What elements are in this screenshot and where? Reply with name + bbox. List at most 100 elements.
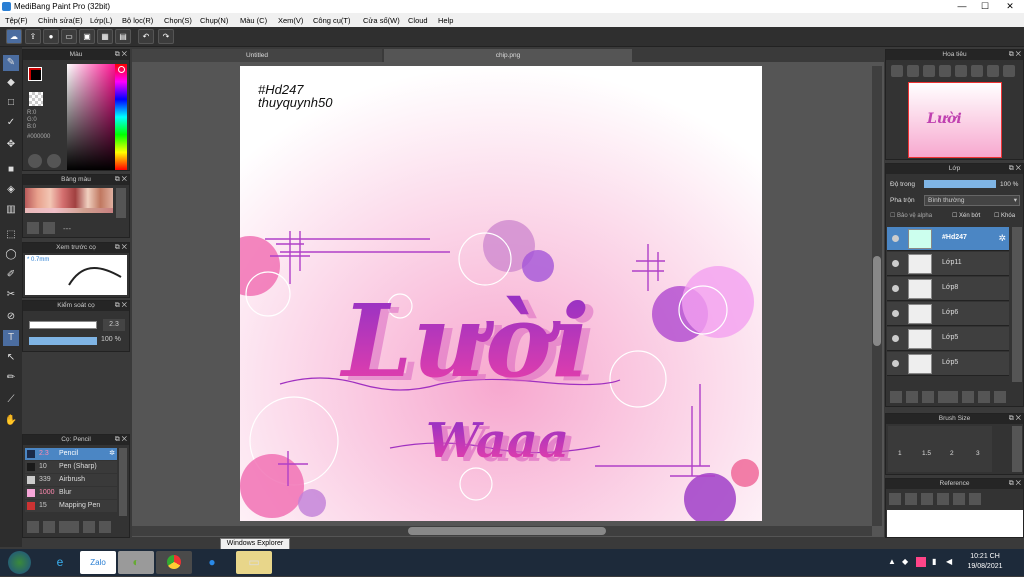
reference-zoom-in-icon[interactable] xyxy=(937,493,949,505)
color-picker-area[interactable] xyxy=(67,64,115,170)
menu-edit[interactable]: Chỉnh sửa(E) xyxy=(38,16,83,25)
brush-size-2[interactable]: 2 xyxy=(940,426,966,472)
delete-layer-icon[interactable] xyxy=(994,391,1006,403)
fill-rect-icon[interactable]: ■ xyxy=(3,162,19,178)
explorer-icon[interactable]: ▭ xyxy=(236,551,272,574)
operation-tool-icon[interactable]: ↖ xyxy=(3,350,19,366)
hue-handle[interactable] xyxy=(118,66,125,73)
zalo-icon[interactable]: Zalo xyxy=(80,551,116,574)
grid-icon[interactable]: ▦ xyxy=(97,29,113,44)
gear-icon[interactable]: ✲ xyxy=(109,448,115,460)
copy-brush-icon[interactable] xyxy=(43,521,55,533)
protect-alpha-checkbox[interactable]: ☐ Bảo vệ alpha xyxy=(890,212,932,219)
clock[interactable]: 10:21 CH 19/08/2021 xyxy=(960,552,1010,572)
vivaldi-icon[interactable] xyxy=(916,557,926,567)
palette-swatches[interactable] xyxy=(25,188,113,208)
brush-item-mapping-pen[interactable]: 15 Mapping Pen xyxy=(25,500,117,512)
copy-layer-icon[interactable] xyxy=(906,391,918,403)
maximize-button[interactable]: ☐ xyxy=(975,0,995,13)
hue-slider[interactable] xyxy=(115,64,127,170)
gradient-tool-icon[interactable]: ▥ xyxy=(3,202,19,218)
eye-icon[interactable] xyxy=(892,360,899,367)
save-icon[interactable]: ▣ xyxy=(79,29,95,44)
new-halftone-layer-icon[interactable] xyxy=(922,391,934,403)
chat-icon[interactable]: ▭ xyxy=(61,29,77,44)
tab-untitled[interactable]: Untitled xyxy=(132,49,382,62)
rotate-icon[interactable] xyxy=(955,65,967,77)
reset-icon[interactable] xyxy=(971,65,983,77)
color-wheel-icon[interactable] xyxy=(47,154,61,168)
tray-app-icon[interactable]: ◆ xyxy=(902,557,908,566)
palette-scrollbar[interactable] xyxy=(116,188,126,218)
tray-chevron-icon[interactable]: ▲ xyxy=(888,557,896,566)
layer-scrollbar[interactable] xyxy=(1012,227,1022,382)
zoom-out-icon[interactable] xyxy=(907,65,919,77)
hand-tool-icon[interactable]: ✋ xyxy=(3,413,19,429)
close-icon[interactable]: ⧉ ✕ xyxy=(1009,50,1021,60)
select-tool-icon[interactable]: ⬚ xyxy=(3,227,19,243)
fit-icon[interactable] xyxy=(923,65,935,77)
cloud-icon[interactable]: ☁ xyxy=(6,29,22,44)
dropper-icon[interactable]: ⟋ xyxy=(3,392,19,408)
eye-icon[interactable] xyxy=(892,335,899,342)
brush-size-scrollbar[interactable] xyxy=(1012,426,1022,472)
network-icon[interactable]: ▮ xyxy=(932,557,936,566)
close-icon[interactable]: ⧉ ✕ xyxy=(115,435,127,445)
lock-checkbox[interactable]: ☐ Khóa xyxy=(994,212,1015,219)
menu-tools[interactable]: Công cụ(T) xyxy=(313,16,351,25)
color-mix-icon[interactable] xyxy=(28,154,42,168)
reference-zoom-out-icon[interactable] xyxy=(953,493,965,505)
brush-size-1[interactable]: 1 xyxy=(888,426,914,472)
volume-icon[interactable]: ◀ xyxy=(946,557,952,566)
reference-area[interactable] xyxy=(887,510,1023,537)
minimize-button[interactable]: — xyxy=(952,0,972,13)
layer-row-lop6[interactable]: Lớp6 xyxy=(887,302,1009,326)
menu-file[interactable]: Tệp(F) xyxy=(5,16,28,25)
move-tool-icon[interactable]: ✥ xyxy=(3,137,19,153)
zoom-icon[interactable]: ● xyxy=(194,551,230,574)
close-button[interactable]: ✕ xyxy=(1000,0,1020,13)
start-button[interactable] xyxy=(8,551,31,574)
close-icon[interactable]: ⧉ ✕ xyxy=(115,243,127,253)
add-brush-icon[interactable] xyxy=(27,521,39,533)
transparent-swatch[interactable] xyxy=(29,92,43,106)
layer-row-lop11[interactable]: Lớp11 xyxy=(887,252,1009,276)
new-palette-icon[interactable] xyxy=(27,222,39,234)
brush-size-slider[interactable] xyxy=(29,321,97,329)
blend-mode-select[interactable]: Bình thường ▾ xyxy=(924,195,1020,206)
menu-window[interactable]: Cửa sổ(W) xyxy=(363,16,400,25)
eyedropper-icon[interactable]: ✏ xyxy=(3,370,19,386)
eye-icon[interactable] xyxy=(892,285,899,292)
brush-item-airbrush[interactable]: 339 Airbrush xyxy=(25,474,117,486)
redo-icon[interactable]: ↷ xyxy=(158,29,174,44)
brush-scrollbar[interactable] xyxy=(119,448,127,516)
brush-tool-icon[interactable]: ✎ xyxy=(3,55,19,71)
magic-wand-icon[interactable]: ✓ xyxy=(3,115,19,131)
layout-icon[interactable]: ▤ xyxy=(115,29,131,44)
horizontal-scrollbar[interactable] xyxy=(132,526,872,536)
brush-item-blur[interactable]: 1000 Blur xyxy=(25,487,117,499)
brush-folder-icon[interactable] xyxy=(83,521,95,533)
close-icon[interactable]: ⧉ ✕ xyxy=(1009,414,1021,424)
pen-select-icon[interactable]: ✐ xyxy=(3,267,19,283)
bucket-tool-icon[interactable]: ◈ xyxy=(3,182,19,198)
menu-view[interactable]: Xem(V) xyxy=(278,16,303,25)
brush-item-pen-sharp[interactable]: 10 Pen (Sharp) xyxy=(25,461,117,473)
merge-down-icon[interactable] xyxy=(978,391,990,403)
close-icon[interactable]: ⧉ ✕ xyxy=(115,301,127,311)
layer-row-lop5[interactable]: Lớp5 xyxy=(887,327,1009,351)
flip-icon[interactable] xyxy=(987,65,999,77)
reference-close-icon[interactable] xyxy=(921,493,933,505)
close-icon[interactable]: ⧉ ✕ xyxy=(1009,164,1021,174)
menu-color[interactable]: Màu (C) xyxy=(240,16,267,25)
new-layer-icon[interactable] xyxy=(890,391,902,403)
undo-icon[interactable]: ↶ xyxy=(138,29,154,44)
layer-row-lop8[interactable]: Lớp8 xyxy=(887,277,1009,301)
menu-filter[interactable]: Bộ lọc(R) xyxy=(122,16,153,25)
brush-menu-icon[interactable] xyxy=(59,521,79,533)
reference-folder-icon[interactable] xyxy=(905,493,917,505)
eye-icon[interactable] xyxy=(892,260,899,267)
brush-settings-icon[interactable] xyxy=(99,521,111,533)
reference-open-icon[interactable] xyxy=(889,493,901,505)
layer-row-lop5-b[interactable]: Lớp5 xyxy=(887,352,1009,376)
